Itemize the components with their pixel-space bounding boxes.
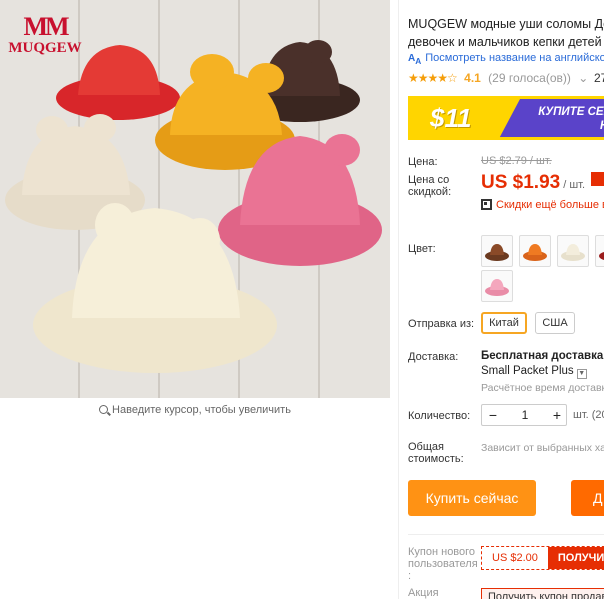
new-user-coupon[interactable]: US $2.00ПОЛУЧИТЬ [481,546,604,570]
translate-icon: AA [408,53,422,66]
quantity-plus-button[interactable]: + [546,405,568,425]
total-label: Общая стоимость: [408,441,464,465]
quantity-label: Количество: [408,410,471,422]
ship-from-usa[interactable]: США [535,312,575,334]
rating-count: (29 голоса(ов)) [488,71,571,85]
product-page: MM MUQGEW Наведите курсор, чтобы увеличи… [0,0,604,599]
buy-now-button[interactable]: Купить сейчас [408,480,536,516]
rating-value: 4.1 [464,71,481,85]
swatch-red-hat[interactable] [595,235,604,267]
hats-illustration [5,40,382,373]
product-image[interactable]: MM MUQGEW [0,0,390,398]
ship-from-china[interactable]: Китай [481,312,527,334]
price-unit: / шт. [563,179,586,191]
app-discount-link[interactable]: Скидки ещё больше в приложении [481,199,604,211]
swatch-pink-hat[interactable] [481,270,513,302]
promo-label: Акция [408,587,439,599]
logo-text: MUQGEW [8,40,82,56]
quantity-unit: шт. (20 [573,409,604,421]
product-details: MUQGEW модные уши соломы Детские для дев… [398,0,604,599]
price-label: Цена: [408,156,438,168]
quantity-stepper: − 1 + [481,404,567,426]
discount-price-label: Цена со скидкой: [408,174,452,198]
shipping-method[interactable]: Small Packet Plus ▼ [481,365,587,379]
get-coupon-button[interactable]: ПОЛУЧИТЬ [547,547,604,569]
brand-logo: MM MUQGEW [8,12,82,57]
zoom-hint: Наведите курсор, чтобы увеличить [0,404,390,416]
translate-link[interactable]: AA Посмотреть название на английском [408,52,604,66]
seller-coupon-promo[interactable]: Получить купон продавца [481,588,604,599]
free-shipping: Бесплатная доставка в [481,350,604,362]
quantity-minus-button[interactable]: − [482,405,504,425]
zoom-hint-text: Наведите курсор, чтобы увеличить [112,404,291,416]
app-discount-text: Скидки ещё больше в приложении [496,199,604,211]
star-rating-icon: ★★★★☆ [408,71,458,85]
swatch-brown-hat[interactable] [481,235,513,267]
new-user-coupon-label: Купон нового пользователя : [408,546,478,582]
chevron-down-icon: ▼ [576,369,587,379]
old-price: US $2.79 / шт. [481,155,552,167]
swatch-beige-hat[interactable] [557,235,589,267]
shipping-method-text: Small Packet Plus [481,365,574,377]
swatch-orange-hat[interactable] [519,235,551,267]
product-title: MUQGEW модные уши соломы Детские для дев… [408,17,604,49]
delivery-label: Доставка: [408,351,459,363]
translate-link-text: Посмотреть название на английском [425,52,604,64]
add-to-cart-button[interactable]: Д [571,480,604,516]
delivery-eta: Расчётное время доставки [481,382,604,394]
banner-amount: $11 [408,99,520,137]
divider [408,534,604,535]
promo-banner[interactable]: $11 КУПИТЕ СЕЙЧАС НА СЛ [408,96,604,140]
total-value: Зависит от выбранных хар [481,442,604,454]
qr-code-icon [481,199,492,210]
chevron-down-icon: ⌄ [578,71,589,85]
rating-row[interactable]: ★★★★☆ 4.1 (29 голоса(ов)) ⌄ 27 [408,71,604,85]
ship-from-label: Отправка из: [408,318,475,330]
banner-text: КУПИТЕ СЕЙЧАС НА СЛ [538,106,604,132]
orders-count: 27 [594,71,604,85]
logo-mark: MM [23,12,69,41]
coupon-value: US $2.00 [482,547,548,569]
discount-badge [591,172,604,186]
current-price: US $1.93/ шт. [481,172,604,194]
quantity-input[interactable]: 1 [504,405,546,425]
magnifier-icon [99,405,109,414]
current-price-value: US $1.93 [481,172,561,193]
color-label: Цвет: [408,243,436,255]
